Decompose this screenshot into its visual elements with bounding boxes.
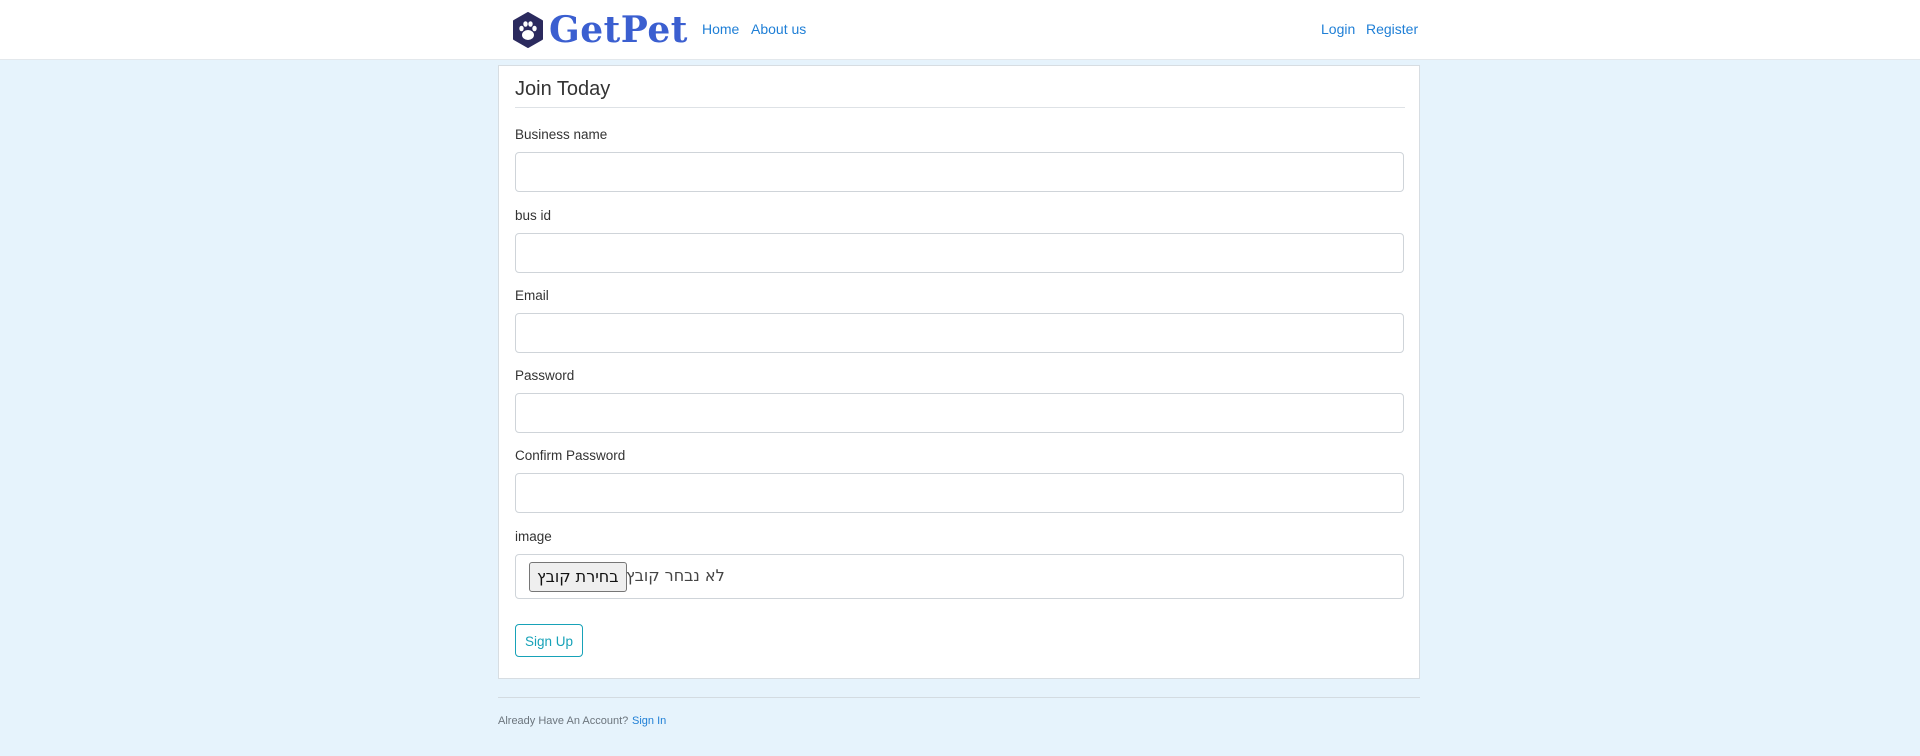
- nav-register-link[interactable]: Register: [1366, 21, 1418, 38]
- file-status-text: לא נבחר קובץ: [626, 566, 725, 585]
- email-label: Email: [515, 288, 549, 303]
- business-name-input[interactable]: [515, 152, 1404, 192]
- sign-up-button[interactable]: Sign Up: [515, 624, 583, 657]
- nav-about-link[interactable]: About us: [751, 21, 806, 38]
- business-name-label: Business name: [515, 127, 608, 142]
- confirm-password-input[interactable]: [515, 473, 1404, 513]
- paw-print-icon: [513, 12, 543, 48]
- password-label: Password: [515, 368, 575, 383]
- confirm-password-label: Confirm Password: [515, 448, 626, 463]
- password-input[interactable]: [515, 393, 1404, 433]
- bus-id-input[interactable]: [515, 233, 1404, 273]
- navbar: GetPet Home About us Login Register: [0, 0, 1920, 60]
- brand-name: GetPet: [549, 9, 688, 51]
- brand-logo[interactable]: GetPet: [511, 10, 688, 50]
- footer-account-text: Already Have An Account?: [498, 715, 629, 727]
- footer-divider: [498, 697, 1420, 698]
- choose-file-button[interactable]: בחירת קובץ: [529, 562, 627, 592]
- bus-id-label: bus id: [515, 208, 552, 223]
- signup-form-card: Join Today Business name bus id Email Pa…: [498, 65, 1420, 679]
- image-file-input[interactable]: בחירת קובץ לא נבחר קובץ: [515, 554, 1404, 599]
- image-label: image: [515, 529, 552, 544]
- nav-home-link[interactable]: Home: [702, 21, 739, 38]
- email-input[interactable]: [515, 313, 1404, 353]
- nav-login-link[interactable]: Login: [1321, 21, 1355, 38]
- form-title: Join Today: [515, 76, 1405, 108]
- sign-in-link[interactable]: Sign In: [632, 715, 666, 728]
